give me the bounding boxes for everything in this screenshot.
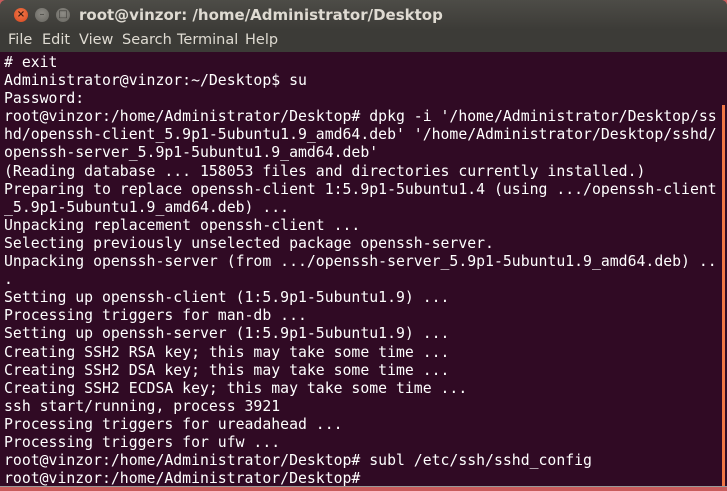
close-button[interactable]: ×: [14, 8, 28, 22]
desktop-edge: [0, 486, 727, 491]
terminal-line: Processing triggers for man-db ...: [4, 307, 307, 325]
terminal-line: # exit: [4, 54, 58, 71]
terminal-line: root@vinzor:/home/Administrator/Desktop#…: [4, 108, 717, 126]
terminal-line: root@vinzor:/home/Administrator/Desktop#…: [4, 452, 592, 470]
window-title: root@vinzor: /home/Administrator/Desktop: [79, 6, 443, 24]
terminal-line: .: [4, 271, 13, 289]
terminal-line: hd/openssh-client_5.9p1-5ubuntu1.9_amd64…: [4, 126, 717, 144]
terminal-line: Creating SSH2 RSA key; this may take som…: [4, 343, 450, 361]
maximize-button[interactable]: □: [56, 8, 70, 22]
terminal-line: Password:: [4, 90, 85, 108]
terminal-line: Processing triggers for ureadahead ...: [4, 415, 343, 433]
menu-edit[interactable]: Edit: [42, 32, 70, 48]
terminal-line: root@vinzor:/home/Administrator/Desktop#: [4, 470, 361, 486]
menu-view[interactable]: View: [79, 32, 113, 48]
terminal-line: Processing triggers for ufw ...: [4, 433, 281, 451]
terminal-line: Unpacking openssh-server (from .../opens…: [4, 253, 717, 271]
terminal-lines: # exit Administrator@vinzor:~/Desktop$ su…: [4, 54, 717, 486]
terminal-line: Setting up openssh-client (1:5.9p1-5ubun…: [4, 289, 450, 307]
title-bar[interactable]: × – □ root@vinzor: /home/Administrator/D…: [0, 0, 727, 30]
terminal-line: Preparing to replace openssh-client 1:5.…: [4, 180, 717, 198]
terminal-window: × – □ root@vinzor: /home/Administrator/D…: [0, 0, 727, 486]
terminal-line: Setting up openssh-server (1:5.9p1-5ubun…: [4, 325, 450, 343]
menu-search[interactable]: Search: [122, 32, 172, 48]
terminal-line: Administrator@vinzor:~/Desktop$ su: [4, 72, 307, 90]
scrollbar[interactable]: [722, 52, 727, 486]
terminal-line: Creating SSH2 ECDSA key; this may take s…: [4, 379, 468, 397]
minimize-button[interactable]: –: [35, 8, 49, 22]
close-icon: ×: [16, 9, 26, 20]
menu-file[interactable]: File: [8, 32, 32, 48]
terminal-output[interactable]: # exit Administrator@vinzor:~/Desktop$ su…: [0, 52, 722, 486]
menu-terminal[interactable]: Terminal: [177, 32, 238, 48]
terminal-line: (Reading database ... 158053 files and d…: [4, 162, 646, 180]
terminal-line: ssh start/running, process 3921: [4, 397, 281, 415]
maximize-icon: □: [58, 9, 68, 20]
minimize-icon: –: [39, 9, 45, 20]
terminal-line: Creating SSH2 DSA key; this may take som…: [4, 361, 450, 379]
terminal-line: _5.9p1-5ubuntu1.9_amd64.deb) ...: [4, 198, 290, 216]
terminal-line: openssh-server_5.9p1-5ubuntu1.9_amd64.de…: [4, 144, 379, 162]
terminal-line: Selecting previously unselected package …: [4, 234, 494, 252]
scrollbar-thumb[interactable]: [722, 105, 725, 486]
menu-bar: File Edit View Search Terminal Help: [0, 30, 727, 52]
terminal-line: Unpacking replacement openssh-client ...: [4, 216, 361, 234]
menu-help[interactable]: Help: [245, 32, 278, 48]
